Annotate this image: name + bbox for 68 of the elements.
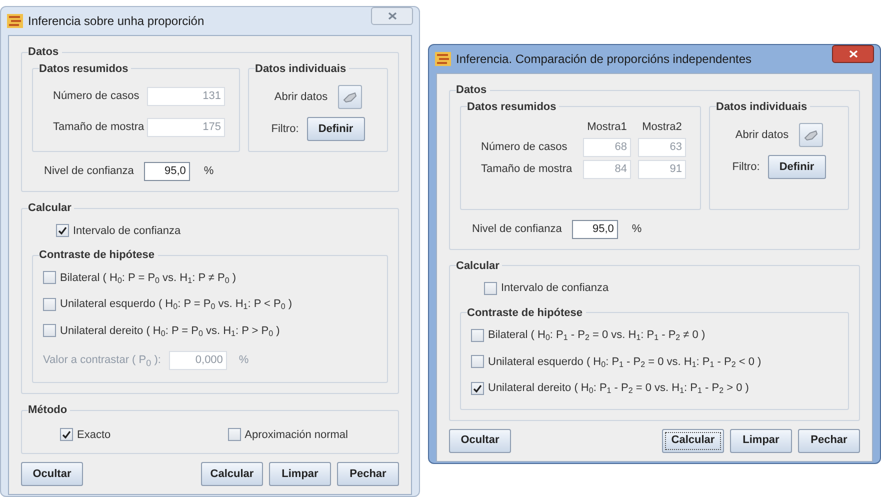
close-icon [848,50,858,58]
dialog-button[interactable]: Definir [306,117,365,141]
app-logo-icon [435,52,451,66]
app-logo-icon [7,14,23,28]
checkbox[interactable] [471,355,484,368]
group-title: Datos resumidos [467,100,558,114]
unit-label: % [632,222,642,237]
dialog-button[interactable]: Pechar [798,428,860,452]
group-title: Datos resumidos [39,62,130,76]
checkbox-label: Exacto [77,428,111,442]
column-header: Mostra1 [586,120,628,135]
field-label: Nivel de confianza [44,164,134,180]
number-field[interactable]: 95,0 [572,220,618,238]
close-button[interactable] [832,45,874,63]
field-label: Filtro: [732,160,760,175]
field-label: Nivel de confianza [472,222,562,237]
checkbox-label: Unilateral dereito ( H$_{0}$: P$_{1}$ - P$_{2}$ = 0 vs. H$_{1}$: P$_{1}$ - P$_{2}$ > 0 ) [488,381,749,396]
field-label: Filtro: [271,122,299,137]
checkbox-label: Unilateral dereito ( H$_{0}$: P = P$_{0}$ vs. H$_{1}$: P > P$_{0}$ ) [60,324,280,339]
dialog-button[interactable]: Definir [768,155,826,179]
group-title: Datos [456,83,488,98]
dialog-button[interactable]: Limpar [730,428,792,452]
checkbox[interactable] [484,282,497,295]
group-title: Datos individuais [716,100,808,114]
field-label: Número de casos [53,89,140,104]
field-label: Número de casos [481,140,568,155]
checkbox-label: Intervalo de confianza [73,224,181,238]
checkbox-label: Unilateral esquerdo ( H$_{0}$: P = P$_{0}$ vs. H$_{1}$: P < P$_{0}$ ) [60,297,292,312]
open-data-button[interactable] [798,123,823,147]
dialog-button[interactable]: Calcular [201,462,263,486]
checkbox[interactable] [43,324,56,338]
group-title: Calcular [28,201,72,216]
checkbox[interactable] [43,298,56,311]
checkbox-label: Bilateral ( H$_{0}$: P$_{1}$ - P$_{2}$ = 0 vs. H$_{1}$: P$_{1}$ - P$_{2}$ ≠ 0 ) [488,328,706,344]
checkbox-label: Bilateral ( H$_{0}$: P = P$_{0}$ vs. H$_{1}$: P ≠ P$_{0}$ ) [60,270,236,286]
dialog-button[interactable]: Limpar [269,462,331,486]
dialog-button[interactable]: Ocultar [449,428,511,452]
open-data-button[interactable] [338,85,362,109]
group-title: Datos individuais [255,62,348,76]
window-title: Inferencia. Comparación de proporcións independentes [456,51,752,68]
dialog-button[interactable]: Pechar [337,462,399,486]
group-title: Datos [28,45,60,60]
field-label: Tamaño de mostra [481,162,572,177]
checkbox[interactable] [471,382,484,395]
checkbox[interactable] [56,224,69,238]
group-title: Calcular [456,258,500,274]
column-header: Mostra2 [641,120,683,135]
unit-label: % [204,164,214,180]
dialog-button[interactable]: Calcular [662,428,724,452]
close-icon [388,12,396,20]
checkbox[interactable] [60,428,73,442]
checkbox[interactable] [43,271,56,284]
number-field[interactable]: 95,0 [144,162,190,181]
field-label: Tamaño de mostra [53,120,144,136]
group-title: Contraste de hipótese [467,306,584,320]
window-title: Inferencia sobre unha proporción [28,13,204,30]
checkbox[interactable] [228,428,241,442]
dialog-button[interactable]: Ocultar [21,462,83,486]
checkbox-label: Unilateral esquerdo ( H$_{0}$: P$_{1}$ - P$_{2}$ = 0 vs. H$_{1}$: P$_{1}$ - P$_{2}$ < 0 ) [488,354,762,370]
field-label: Abrir datos [735,128,789,143]
unit-label: % [238,353,249,368]
group-title: Método [28,403,68,418]
field-label: Abrir datos [274,90,328,105]
group-title: Contraste de hipótese [39,248,156,263]
checkbox[interactable] [471,328,484,342]
checkbox-label: Aproximación normal [244,428,348,442]
checkbox-label: Intervalo de confianza [501,281,609,296]
field-label: Valor a contrastar ( P$_{0}$ ): [43,353,161,369]
